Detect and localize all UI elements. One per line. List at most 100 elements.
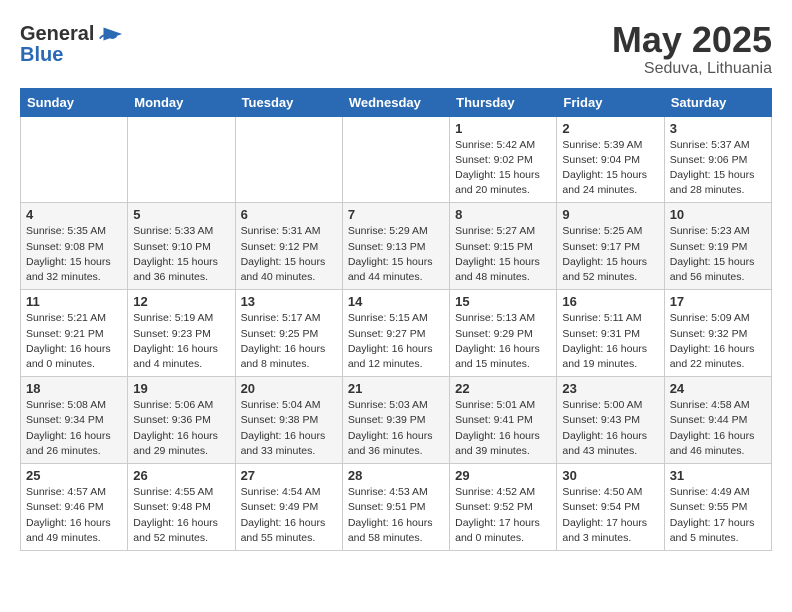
day-info: Sunrise: 5:06 AM Sunset: 9:36 PM Dayligh… [133, 398, 229, 459]
calendar-cell: 29Sunrise: 4:52 AM Sunset: 9:52 PM Dayli… [450, 464, 557, 551]
day-info: Sunrise: 5:25 AM Sunset: 9:17 PM Dayligh… [562, 224, 658, 285]
day-number: 7 [348, 207, 444, 222]
day-number: 26 [133, 468, 229, 483]
weekday-header: Monday [128, 88, 235, 116]
day-number: 20 [241, 381, 337, 396]
calendar-cell: 6Sunrise: 5:31 AM Sunset: 9:12 PM Daylig… [235, 203, 342, 290]
day-info: Sunrise: 5:35 AM Sunset: 9:08 PM Dayligh… [26, 224, 122, 285]
day-info: Sunrise: 4:55 AM Sunset: 9:48 PM Dayligh… [133, 485, 229, 546]
calendar-cell: 16 Sunrise: 5:11 AM Sunset: 9:31 PM Dayli… [557, 290, 664, 377]
day-info: Sunrise: 4:49 AM Sunset: 9:55 PM Dayligh… [670, 485, 766, 546]
calendar-cell: 26 Sunrise: 4:55 AM Sunset: 9:48 PM Dayli… [128, 464, 235, 551]
calendar-header-row: SundayMondayTuesdayWednesdayThursdayFrid… [21, 88, 772, 116]
day-number: 10 [670, 207, 766, 222]
calendar-cell: 18 Sunrise: 5:08 AM Sunset: 9:34 PM Dayli… [21, 377, 128, 464]
day-number: 30 [562, 468, 658, 483]
day-info: Sunrise: 5:13 AM Sunset: 9:29 PM Dayligh… [455, 311, 551, 372]
calendar-cell: 3Sunrise: 5:37 AM Sunset: 9:06 PM Daylig… [664, 116, 771, 203]
day-info: Sunrise: 5:08 AM Sunset: 9:34 PM Dayligh… [26, 398, 122, 459]
calendar-cell: 14Sunrise: 5:15 AM Sunset: 9:27 PM Dayli… [342, 290, 449, 377]
day-number: 18 [26, 381, 122, 396]
day-number: 23 [562, 381, 658, 396]
calendar-cell [342, 116, 449, 203]
day-number: 2 [562, 121, 658, 136]
day-info: Sunrise: 5:31 AM Sunset: 9:12 PM Dayligh… [241, 224, 337, 285]
day-info: Sunrise: 5:29 AM Sunset: 9:13 PM Dayligh… [348, 224, 444, 285]
calendar-cell: 11Sunrise: 5:21 AM Sunset: 9:21 PM Dayli… [21, 290, 128, 377]
calendar-week-row: 4 Sunrise: 5:35 AM Sunset: 9:08 PM Daylig… [21, 203, 772, 290]
logo: General Blue [20, 20, 126, 67]
calendar-cell: 2 Sunrise: 5:39 AM Sunset: 9:04 PM Daylig… [557, 116, 664, 203]
day-number: 25 [26, 468, 122, 483]
calendar-week-row: 25Sunrise: 4:57 AM Sunset: 9:46 PM Dayli… [21, 464, 772, 551]
day-number: 9 [562, 207, 658, 222]
day-info: Sunrise: 5:19 AM Sunset: 9:23 PM Dayligh… [133, 311, 229, 372]
day-number: 31 [670, 468, 766, 483]
day-info: Sunrise: 4:52 AM Sunset: 9:52 PM Dayligh… [455, 485, 551, 546]
day-number: 3 [670, 121, 766, 136]
weekday-header: Thursday [450, 88, 557, 116]
day-number: 12 [133, 294, 229, 309]
calendar-week-row: 11Sunrise: 5:21 AM Sunset: 9:21 PM Dayli… [21, 290, 772, 377]
calendar-cell: 19 Sunrise: 5:06 AM Sunset: 9:36 PM Dayli… [128, 377, 235, 464]
calendar-cell: 5 Sunrise: 5:33 AM Sunset: 9:10 PM Daylig… [128, 203, 235, 290]
day-number: 4 [26, 207, 122, 222]
calendar-cell: 22 Sunrise: 5:01 AM Sunset: 9:41 PM Dayli… [450, 377, 557, 464]
calendar-cell: 8 Sunrise: 5:27 AM Sunset: 9:15 PM Daylig… [450, 203, 557, 290]
day-info: Sunrise: 5:09 AM Sunset: 9:32 PM Dayligh… [670, 311, 766, 372]
calendar-cell: 12 Sunrise: 5:19 AM Sunset: 9:23 PM Dayli… [128, 290, 235, 377]
day-number: 28 [348, 468, 444, 483]
calendar-cell: 10 Sunrise: 5:23 AM Sunset: 9:19 PM Dayli… [664, 203, 771, 290]
calendar-week-row: 1Sunrise: 5:42 AM Sunset: 9:02 PM Daylig… [21, 116, 772, 203]
day-number: 13 [241, 294, 337, 309]
calendar-cell [235, 116, 342, 203]
day-info: Sunrise: 4:50 AM Sunset: 9:54 PM Dayligh… [562, 485, 658, 546]
title-block: May 2025 Seduva, Lithuania [612, 20, 772, 78]
day-number: 17 [670, 294, 766, 309]
calendar-cell: 27Sunrise: 4:54 AM Sunset: 9:49 PM Dayli… [235, 464, 342, 551]
calendar-cell: 25Sunrise: 4:57 AM Sunset: 9:46 PM Dayli… [21, 464, 128, 551]
day-info: Sunrise: 4:58 AM Sunset: 9:44 PM Dayligh… [670, 398, 766, 459]
day-info: Sunrise: 5:11 AM Sunset: 9:31 PM Dayligh… [562, 311, 658, 372]
calendar-cell: 23 Sunrise: 5:00 AM Sunset: 9:43 PM Dayli… [557, 377, 664, 464]
day-info: Sunrise: 5:21 AM Sunset: 9:21 PM Dayligh… [26, 311, 122, 372]
day-info: Sunrise: 4:53 AM Sunset: 9:51 PM Dayligh… [348, 485, 444, 546]
day-number: 24 [670, 381, 766, 396]
calendar-cell [128, 116, 235, 203]
weekday-header: Wednesday [342, 88, 449, 116]
calendar-table: SundayMondayTuesdayWednesdayThursdayFrid… [20, 88, 772, 551]
page-header: General Blue May 2025 Seduva, Lithuania [20, 20, 772, 78]
day-info: Sunrise: 5:33 AM Sunset: 9:10 PM Dayligh… [133, 224, 229, 285]
calendar-cell: 28 Sunrise: 4:53 AM Sunset: 9:51 PM Dayli… [342, 464, 449, 551]
logo-general: General [20, 23, 94, 46]
calendar-cell: 15Sunrise: 5:13 AM Sunset: 9:29 PM Dayli… [450, 290, 557, 377]
day-info: Sunrise: 5:00 AM Sunset: 9:43 PM Dayligh… [562, 398, 658, 459]
calendar-cell: 9 Sunrise: 5:25 AM Sunset: 9:17 PM Daylig… [557, 203, 664, 290]
calendar-cell: 31 Sunrise: 4:49 AM Sunset: 9:55 PM Dayli… [664, 464, 771, 551]
day-info: Sunrise: 5:39 AM Sunset: 9:04 PM Dayligh… [562, 138, 658, 199]
calendar-cell: 20Sunrise: 5:04 AM Sunset: 9:38 PM Dayli… [235, 377, 342, 464]
day-number: 19 [133, 381, 229, 396]
day-info: Sunrise: 5:23 AM Sunset: 9:19 PM Dayligh… [670, 224, 766, 285]
calendar-cell: 13 Sunrise: 5:17 AM Sunset: 9:25 PM Dayli… [235, 290, 342, 377]
weekday-header: Saturday [664, 88, 771, 116]
calendar-cell: 1Sunrise: 5:42 AM Sunset: 9:02 PM Daylig… [450, 116, 557, 203]
day-number: 22 [455, 381, 551, 396]
day-number: 16 [562, 294, 658, 309]
day-info: Sunrise: 5:27 AM Sunset: 9:15 PM Dayligh… [455, 224, 551, 285]
calendar-cell: 21Sunrise: 5:03 AM Sunset: 9:39 PM Dayli… [342, 377, 449, 464]
day-number: 5 [133, 207, 229, 222]
day-info: Sunrise: 5:17 AM Sunset: 9:25 PM Dayligh… [241, 311, 337, 372]
calendar-cell: 4 Sunrise: 5:35 AM Sunset: 9:08 PM Daylig… [21, 203, 128, 290]
weekday-header: Friday [557, 88, 664, 116]
day-number: 8 [455, 207, 551, 222]
calendar-cell: 7 Sunrise: 5:29 AM Sunset: 9:13 PM Daylig… [342, 203, 449, 290]
day-info: Sunrise: 5:01 AM Sunset: 9:41 PM Dayligh… [455, 398, 551, 459]
day-info: Sunrise: 5:42 AM Sunset: 9:02 PM Dayligh… [455, 138, 551, 199]
weekday-header: Sunday [21, 88, 128, 116]
day-number: 21 [348, 381, 444, 396]
day-number: 27 [241, 468, 337, 483]
calendar-cell: 30 Sunrise: 4:50 AM Sunset: 9:54 PM Dayli… [557, 464, 664, 551]
weekday-header: Tuesday [235, 88, 342, 116]
location: Seduva, Lithuania [612, 60, 772, 78]
